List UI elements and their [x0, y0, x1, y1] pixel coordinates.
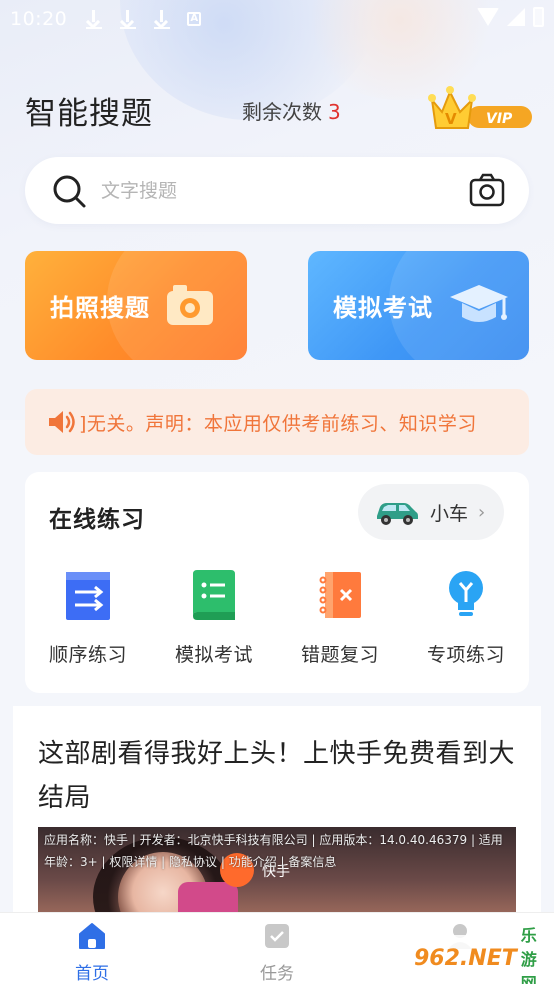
wrong-book-icon	[319, 572, 361, 618]
battery-icon	[533, 7, 544, 27]
car-type-selector[interactable]: 小车 ›	[358, 484, 504, 540]
nav-task[interactable]: 任务	[227, 921, 327, 984]
task-icon	[265, 924, 289, 948]
download-icon	[153, 9, 171, 29]
search-input[interactable]	[101, 179, 441, 202]
lightbulb-icon	[449, 571, 483, 616]
watermark-text: 962.NET	[414, 945, 517, 971]
sequence-list-icon	[66, 572, 110, 620]
photo-search-button[interactable]: 拍照搜题	[25, 251, 247, 360]
watermark-logo: 962.NET 乐游网	[414, 926, 550, 984]
signal-icon	[507, 8, 525, 26]
practice-title: 在线练习	[49, 507, 145, 533]
speaker-icon	[49, 411, 75, 433]
crown-icon: VIP V	[428, 86, 532, 129]
graduation-cap-icon	[450, 285, 508, 322]
ad-info: 应用名称：快手 | 开发者：北京快手科技有限公司 | 应用版本：14.0.40.…	[44, 833, 503, 869]
wifi-icon	[477, 8, 499, 26]
practice-item-label: 模拟考试	[174, 644, 253, 666]
photo-search-label: 拍照搜题	[50, 294, 150, 322]
chevron-right-icon: ›	[478, 501, 486, 523]
practice-item-sequence[interactable]: 顺序练习	[25, 568, 151, 667]
search-icon	[53, 175, 86, 207]
nav-task-label: 任务	[260, 964, 294, 984]
ad-media[interactable]: 快手 应用名称：快手 | 开发者：北京快手科技有限公司 | 应用版本：14.0.…	[38, 827, 516, 916]
notice-bar: ]无关。声明：本应用仅供考前练习、知识学习	[25, 389, 529, 455]
page-title: 智能搜题	[25, 96, 153, 132]
nav-home[interactable]: 首页	[42, 921, 142, 984]
practice-item-mock-exam[interactable]: 模拟考试	[151, 568, 277, 667]
svg-text:V: V	[445, 110, 457, 128]
mock-exam-label: 模拟考试	[333, 294, 433, 322]
status-bar: 10:20 A	[0, 0, 554, 38]
exam-doc-icon	[193, 570, 235, 620]
practice-item-wrong-review[interactable]: 错题复习	[277, 568, 403, 667]
camera-icon	[167, 285, 213, 325]
practice-item-special[interactable]: 专项练习	[403, 568, 529, 667]
nav-home-label: 首页	[75, 964, 109, 984]
practice-item-label: 专项练习	[426, 644, 505, 666]
remaining-label: 剩余次数	[242, 100, 322, 124]
practice-items: 顺序练习 模拟考试 错题复习 专项练习	[25, 568, 529, 667]
search-bar[interactable]	[25, 157, 529, 224]
practice-item-label: 顺序练习	[48, 644, 127, 666]
home-icon	[79, 923, 105, 949]
status-time: 10:20	[10, 8, 68, 30]
mock-exam-button[interactable]: 模拟考试	[308, 251, 529, 360]
ad-card[interactable]: 这部剧看得我好上头！上快手免费看到大结局 快手 应用名称：快手 | 开发者：北京…	[13, 706, 541, 916]
vip-label: VIP	[486, 111, 513, 127]
ad-title[interactable]: 这部剧看得我好上头！上快手免费看到大结局	[38, 732, 528, 820]
download-icon	[85, 9, 103, 29]
vip-badge[interactable]: VIP V	[428, 84, 534, 134]
camera-icon[interactable]	[469, 173, 505, 207]
car-type-label: 小车	[430, 502, 469, 525]
a-box-icon: A	[187, 12, 202, 26]
remaining-count: 剩余次数 3	[242, 96, 341, 125]
download-icon	[119, 9, 137, 29]
remaining-number: 3	[328, 100, 341, 124]
car-icon	[377, 503, 418, 525]
watermark-subtext: 乐游网	[520, 926, 537, 984]
practice-item-label: 错题复习	[300, 644, 379, 666]
notice-text: ]无关。声明：本应用仅供考前练习、知识学习	[79, 412, 477, 435]
practice-card: 在线练习 小车 › 顺序练习 模拟考试 错题复习 专项练习	[25, 472, 529, 693]
